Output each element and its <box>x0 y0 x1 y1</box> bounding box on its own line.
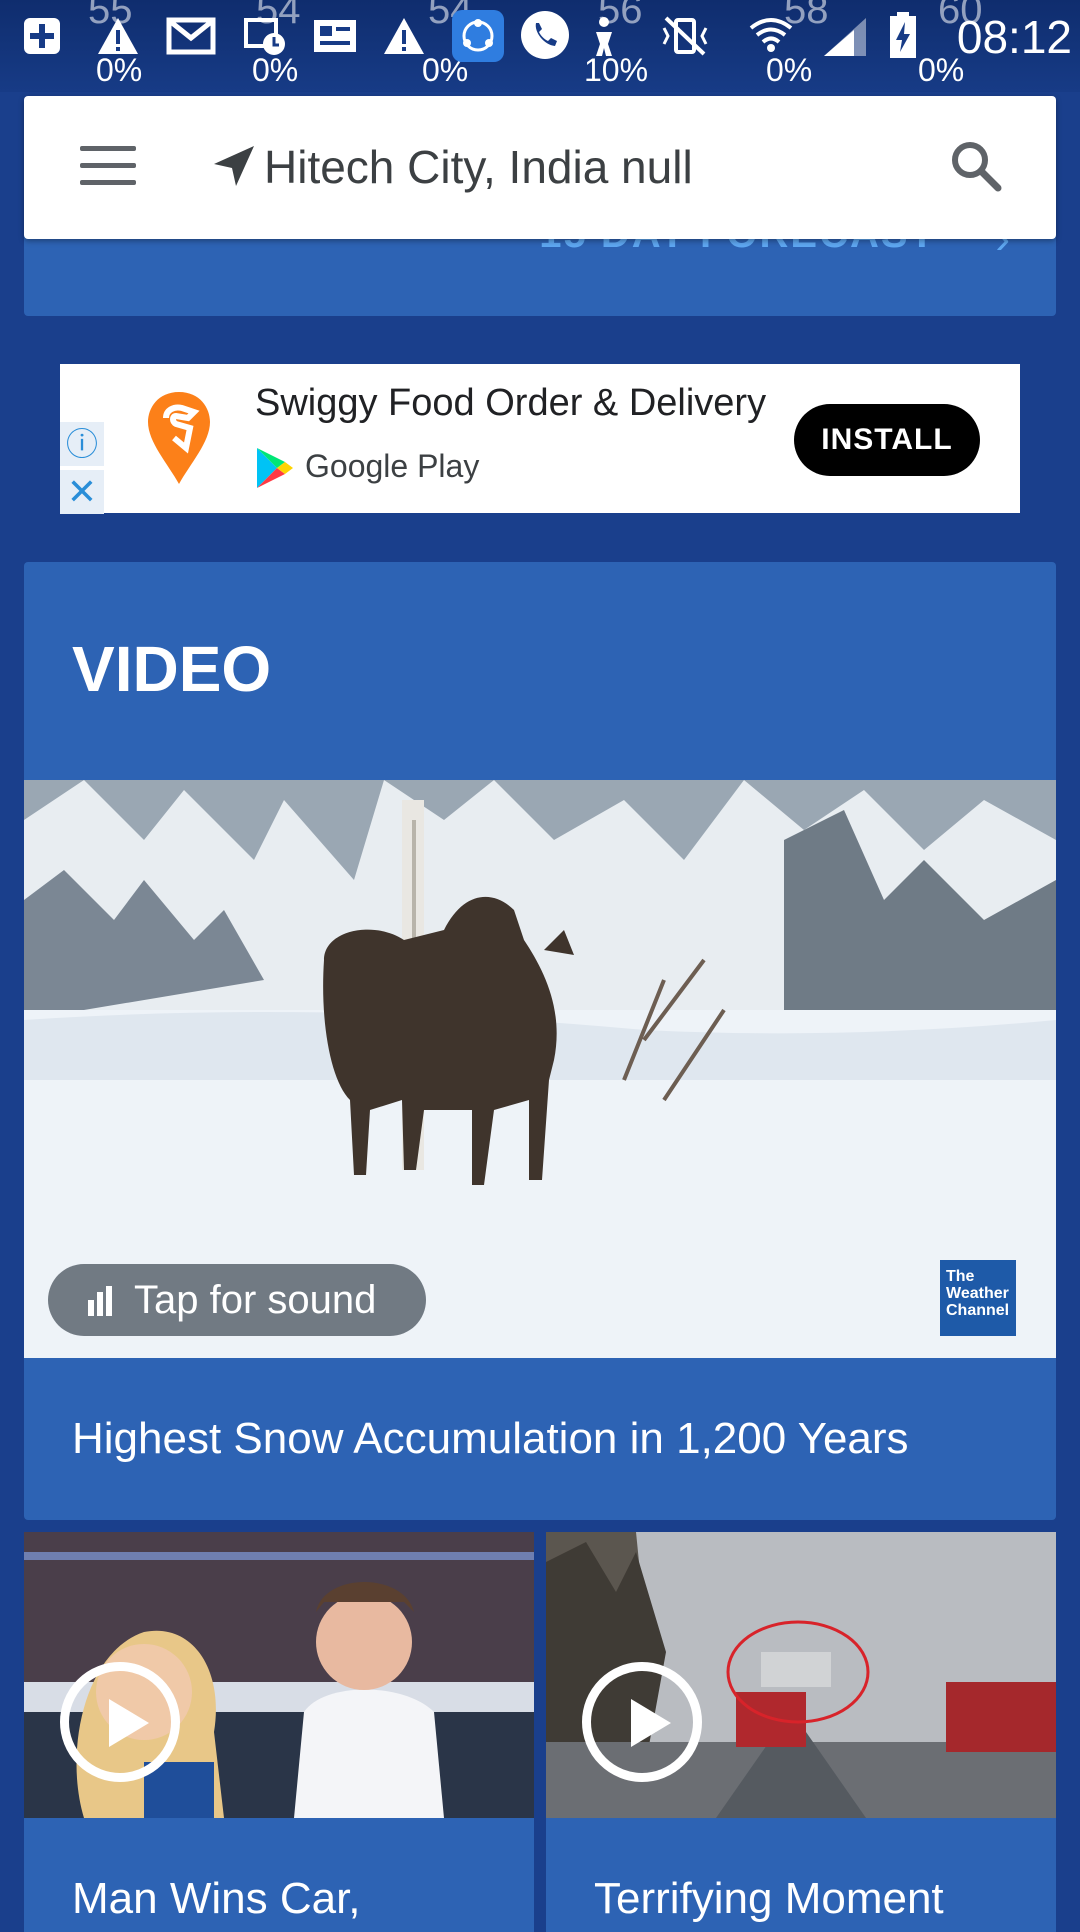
video-card-small[interactable]: Man Wins Car, <box>24 1532 534 1932</box>
section-heading: VIDEO <box>72 633 272 705</box>
video-card-small[interactable]: Terrifying Moment <box>546 1532 1056 1932</box>
video-title[interactable]: Terrifying Moment <box>594 1874 944 1924</box>
play-icon[interactable] <box>60 1662 180 1782</box>
ad-banner[interactable]: ⓘ ✕ Swiggy Food Order & Delivery Google … <box>60 364 1020 514</box>
video-title[interactable]: Man Wins Car, <box>72 1874 361 1924</box>
install-button[interactable]: INSTALL <box>794 404 980 476</box>
close-icon[interactable]: ✕ <box>60 470 104 514</box>
signal-icon <box>820 14 870 68</box>
phone-icon <box>520 11 570 70</box>
mail-icon <box>166 14 216 68</box>
google-play-icon <box>257 448 293 488</box>
card-icon <box>312 14 358 68</box>
status-percent: 0% <box>252 52 299 88</box>
video-title[interactable]: Highest Snow Accumulation in 1,200 Years <box>72 1414 909 1464</box>
plus-icon <box>20 14 64 68</box>
video-player[interactable]: Tap for sound The Weather Channel <box>24 780 1056 1358</box>
tap-for-sound-label: Tap for sound <box>134 1278 377 1322</box>
video-card: VIDEO Tap for sound The Weather Channel … <box>24 562 1056 1520</box>
battery-charging-icon <box>888 12 918 70</box>
ad-title: Swiggy Food Order & Delivery <box>255 382 767 424</box>
tap-for-sound-button[interactable]: Tap for sound <box>48 1264 426 1336</box>
warning-icon <box>382 14 426 68</box>
status-bar: 55 0% 54 0% 54 0% 56 10% 58 0% 60 0% 08:… <box>0 0 1080 92</box>
share-icon <box>452 10 504 72</box>
location-toolbar: Hitech City, India null <box>24 96 1056 239</box>
vibrate-icon <box>660 14 710 68</box>
swiggy-logo-icon <box>144 388 214 488</box>
location-name[interactable]: Hitech City, India null <box>264 140 693 194</box>
status-clock: 08:12 <box>956 11 1072 63</box>
play-icon[interactable] <box>582 1662 702 1782</box>
weather-channel-logo: The Weather Channel <box>940 1260 1016 1336</box>
search-icon[interactable] <box>946 136 1006 196</box>
status-percent: 0% <box>766 52 813 88</box>
info-icon[interactable]: ⓘ <box>60 422 104 466</box>
google-play-badge: Google Play <box>255 446 479 490</box>
sound-bars-icon <box>88 1286 112 1316</box>
menu-icon[interactable] <box>80 146 136 186</box>
ad-store-label: Google Play <box>305 448 480 484</box>
status-percent: 0% <box>96 52 143 88</box>
status-percent: 10% <box>584 52 649 88</box>
location-arrow-icon[interactable] <box>208 140 262 194</box>
